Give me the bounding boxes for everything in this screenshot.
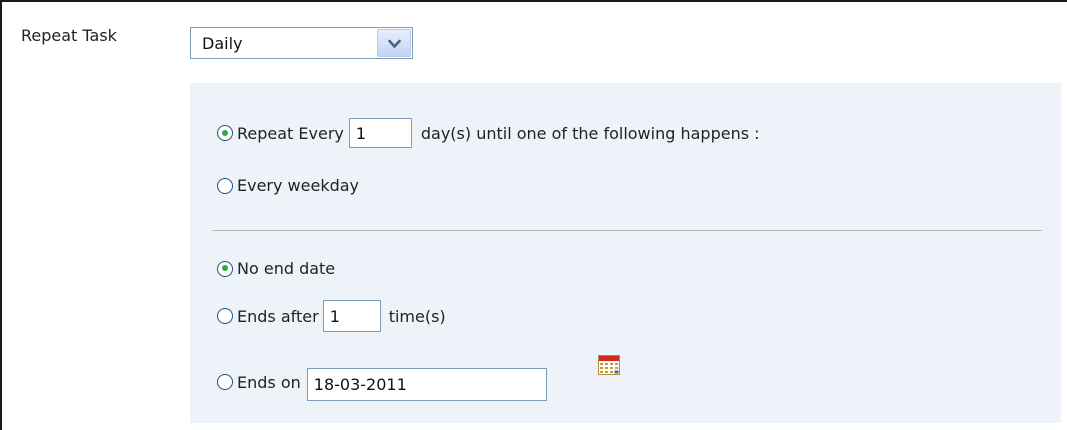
repeat-every-radio[interactable]: [217, 125, 233, 141]
ends-on-label: Ends on: [237, 372, 301, 392]
dropdown-button[interactable]: [377, 29, 411, 57]
calendar-icon[interactable]: [598, 355, 620, 375]
ends-after-option: Ends after time(s): [217, 300, 446, 332]
every-weekday-option: Every weekday: [217, 176, 359, 195]
no-end-date-label: No end date: [237, 259, 336, 278]
ends-on-option: Ends on: [217, 363, 547, 401]
repeat-every-suffix: day(s) until one of the following happen…: [420, 123, 760, 143]
ends-on-radio[interactable]: [217, 374, 233, 390]
repeat-task-label: Repeat Task: [21, 26, 117, 45]
ends-on-date-input[interactable]: [306, 368, 547, 401]
repeat-every-days-input[interactable]: [348, 118, 412, 148]
no-end-date-option: No end date: [217, 259, 335, 278]
ends-after-label: Ends after: [237, 306, 319, 326]
ends-after-count-input[interactable]: [322, 300, 381, 332]
repeat-frequency-value: Daily: [202, 34, 243, 53]
repeat-every-label: Repeat Every: [237, 123, 344, 143]
chevron-down-icon: [388, 39, 401, 48]
divider: [212, 230, 1042, 231]
no-end-date-radio[interactable]: [217, 260, 233, 277]
ends-after-suffix: time(s): [388, 306, 446, 326]
repeat-frequency-select[interactable]: Daily: [190, 27, 413, 59]
ends-after-radio[interactable]: [217, 308, 233, 324]
repeat-every-option: Repeat Every day(s) until one of the fol…: [217, 118, 760, 148]
every-weekday-radio[interactable]: [217, 177, 233, 194]
every-weekday-label: Every weekday: [237, 176, 360, 195]
